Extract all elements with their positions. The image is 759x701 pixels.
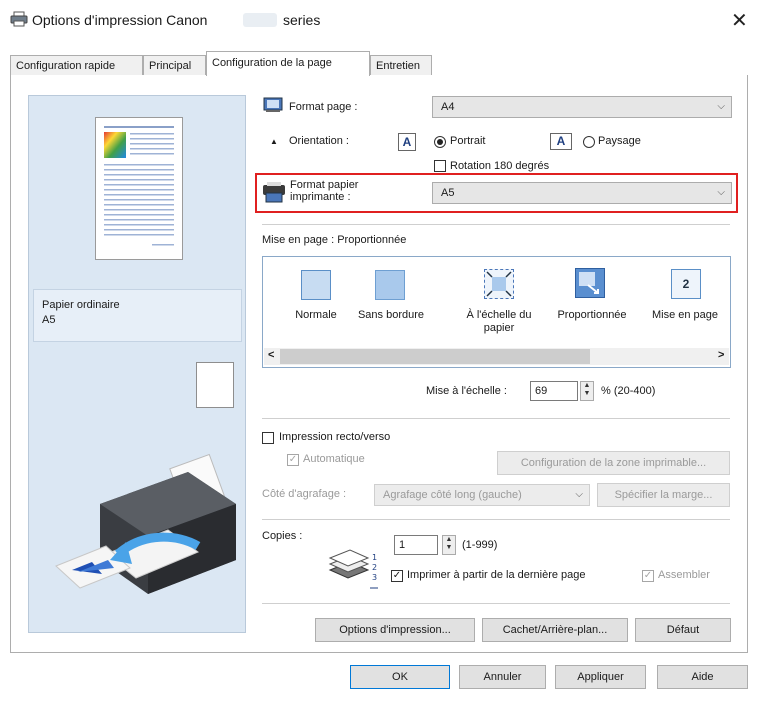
page-size-icon: [263, 97, 283, 116]
landscape-label: Paysage: [598, 135, 641, 147]
separator: [262, 418, 730, 419]
scaling-input[interactable]: 69: [530, 381, 578, 401]
print-area-button[interactable]: Configuration de la zone imprimable...: [497, 451, 730, 475]
stapling-select[interactable]: Agrafage côté long (gauche) ⌵: [374, 484, 590, 506]
reverse-order-checkbox[interactable]: ✓: [391, 570, 403, 582]
orientation-label: Orientation :: [289, 135, 349, 147]
separator: [262, 519, 730, 520]
tab-entretien[interactable]: Entretien: [370, 55, 432, 75]
portrait-label: Portrait: [450, 135, 486, 147]
page-size-value: A4: [441, 101, 455, 113]
defaults-button[interactable]: Défaut: [635, 618, 731, 642]
page-size-select[interactable]: A4 ⌵: [432, 96, 732, 118]
normal-layout-icon[interactable]: [301, 270, 331, 300]
scaling-spinner[interactable]: ▲ ▼: [580, 381, 594, 401]
borderless-layout-icon[interactable]: [375, 270, 405, 300]
portrait-orientation-icon: A: [398, 133, 416, 151]
stamp-background-button[interactable]: Cachet/Arrière-plan...: [482, 618, 628, 642]
tab-principal[interactable]: Principal: [143, 55, 206, 75]
copies-range: (1-999): [462, 539, 498, 551]
margin-button[interactable]: Spécifier la marge...: [597, 483, 730, 507]
collate-checkbox[interactable]: ✓: [642, 570, 654, 582]
svg-text:3: 3: [372, 573, 377, 582]
ok-button[interactable]: OK: [350, 665, 450, 689]
help-button[interactable]: Aide: [657, 665, 748, 689]
layout-scaled-label[interactable]: Proportionnée: [548, 309, 636, 322]
duplex-label: Impression recto/verso: [279, 431, 391, 443]
collate-label: Assembler: [658, 569, 710, 581]
printer-paper-label-line2: imprimante :: [290, 191, 351, 203]
rotate-180-checkbox[interactable]: [434, 160, 446, 172]
layout-scrollbar-thumb[interactable]: [280, 349, 590, 364]
layout-fit-label-line2: papier: [483, 322, 515, 334]
svg-text:1: 1: [372, 553, 377, 562]
landscape-orientation-icon: A: [550, 133, 572, 150]
separator: [262, 603, 730, 604]
window-title: Options d'impression Canon: [32, 12, 208, 28]
rotate-180-label: Rotation 180 degrés: [450, 160, 550, 172]
fit-to-paper-layout-icon[interactable]: [484, 269, 514, 299]
layout-heading: Mise en page : Proportionnée: [262, 234, 407, 246]
chevron-down-icon: ⌵: [575, 489, 583, 500]
landscape-radio[interactable]: [583, 136, 595, 148]
bullet-icon: ▲: [270, 137, 278, 146]
copies-spinner[interactable]: ▲ ▼: [442, 535, 456, 555]
scaling-range: % (20-400): [601, 385, 656, 397]
printer-paper-value: A5: [441, 187, 455, 199]
close-button[interactable]: ✕: [731, 8, 748, 33]
page-size-label: Format page :: [289, 101, 358, 113]
tab-configuration-de-la-page[interactable]: Configuration de la page: [206, 51, 370, 76]
layout-fit-label-line1: À l'échelle du: [466, 309, 532, 321]
cancel-button[interactable]: Annuler: [459, 665, 546, 689]
printer-illustration-icon: [48, 442, 248, 615]
printer-paper-label-line1: Format papier: [290, 179, 359, 191]
printer-icon: [10, 11, 28, 30]
copies-stack-icon: 123: [328, 548, 384, 593]
window-title-suffix: series: [283, 12, 321, 28]
layout-fit-label[interactable]: À l'échelle du papier: [452, 309, 546, 335]
print-options-button[interactable]: Options d'impression...: [315, 618, 475, 642]
printer-paper-select[interactable]: A5 ⌵: [432, 182, 732, 204]
scroll-right-arrow[interactable]: >: [718, 349, 724, 361]
paper-info-box: Papier ordinaire A5: [33, 289, 242, 342]
automatic-label: Automatique: [303, 453, 365, 465]
separator: [262, 224, 730, 225]
reverse-order-label: Imprimer à partir de la dernière page: [407, 569, 586, 581]
chevron-down-icon: ⌵: [717, 101, 725, 112]
chevron-down-icon: ⌵: [717, 187, 725, 198]
tab-configuration-rapide[interactable]: Configuration rapide: [10, 55, 143, 75]
printer-paper-icon: [262, 181, 286, 206]
stapling-label: Côté d'agrafage :: [262, 488, 347, 500]
layout-borderless-label[interactable]: Sans bordure: [352, 309, 430, 322]
svg-text:2: 2: [372, 563, 377, 572]
paper-type-text: Papier ordinaire: [42, 299, 120, 311]
scaling-label: Mise à l'échelle :: [426, 385, 507, 397]
layout-page-label[interactable]: Mise en page: [640, 309, 730, 322]
printer-paper-label: Format papier imprimante :: [290, 179, 358, 203]
paper-size-text: A5: [42, 314, 56, 326]
paper-orientation-icon: [196, 362, 234, 408]
portrait-radio[interactable]: [434, 136, 446, 148]
duplex-checkbox[interactable]: [262, 432, 274, 444]
apply-button[interactable]: Appliquer: [555, 665, 646, 689]
title-bar: Options d'impression Canon series ✕: [0, 0, 759, 40]
layout-normal-label[interactable]: Normale: [276, 309, 356, 322]
automatic-checkbox[interactable]: ✓: [287, 454, 299, 466]
model-name-redacted: [243, 13, 277, 27]
scaled-layout-icon[interactable]: [575, 268, 605, 298]
copies-input[interactable]: 1: [394, 535, 438, 555]
scroll-left-arrow[interactable]: <: [268, 349, 274, 361]
page-layout-icon[interactable]: 2: [671, 269, 701, 299]
stapling-value: Agrafage côté long (gauche): [383, 489, 522, 501]
page-preview: [95, 117, 183, 260]
copies-label: Copies :: [262, 530, 303, 542]
